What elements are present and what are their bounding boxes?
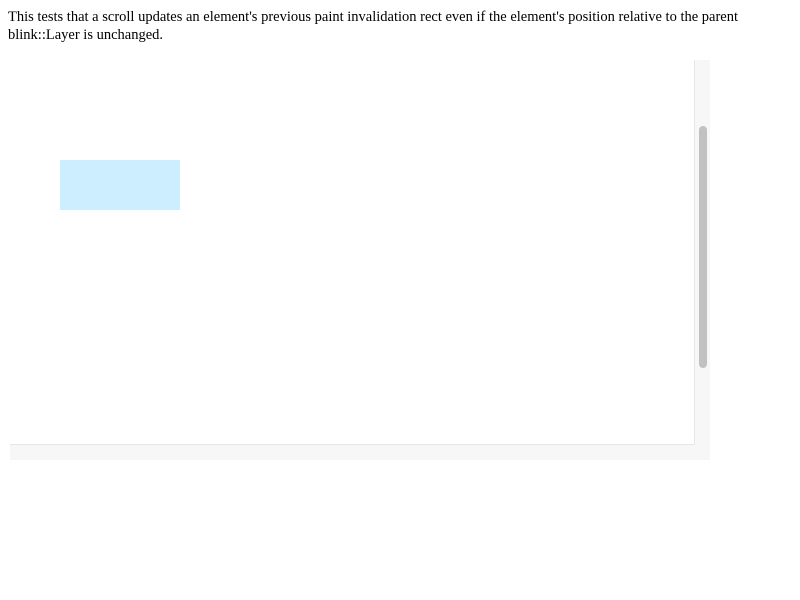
scroll-viewport bbox=[10, 60, 695, 445]
scroll-container[interactable] bbox=[10, 60, 710, 460]
scrollbar-corner bbox=[695, 445, 710, 460]
light-blue-box bbox=[60, 160, 180, 210]
test-description: This tests that a scroll updates an elem… bbox=[8, 9, 739, 43]
vertical-scrollbar-thumb[interactable] bbox=[699, 126, 707, 368]
horizontal-scrollbar[interactable] bbox=[10, 445, 695, 460]
vertical-scrollbar[interactable] bbox=[695, 60, 710, 445]
